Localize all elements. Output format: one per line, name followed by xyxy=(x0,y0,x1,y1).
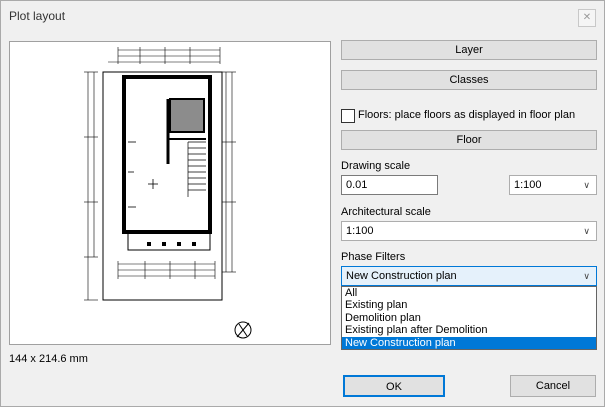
chevron-down-icon: ∨ xyxy=(583,226,590,236)
phase-filters-value: New Construction plan xyxy=(346,270,457,282)
drawing-preview xyxy=(9,41,331,345)
close-button[interactable]: ✕ xyxy=(578,9,596,27)
dimension-lines-left xyxy=(84,71,98,301)
drawing-scale-select[interactable]: 1:100 ∨ xyxy=(509,175,597,195)
paper-size-label: 144 x 214.6 mm xyxy=(9,353,88,365)
architectural-scale-label: Architectural scale xyxy=(341,206,431,218)
stair-treads xyxy=(187,141,206,197)
floors-checkbox[interactable] xyxy=(341,109,355,123)
architectural-scale-select[interactable]: 1:100 ∨ xyxy=(341,221,597,241)
dimension-lines-top xyxy=(108,47,221,64)
drawing-scale-label: Drawing scale xyxy=(341,160,411,172)
close-icon: ✕ xyxy=(582,12,592,23)
dialog-title: Plot layout xyxy=(9,9,66,23)
title-bar: Plot layout ✕ xyxy=(1,1,604,31)
dimension-lines-bottom xyxy=(117,261,216,279)
phase-filters-select[interactable]: New Construction plan ∨ xyxy=(341,266,597,286)
classes-button[interactable]: Classes xyxy=(341,70,597,90)
floor-plan-drawing xyxy=(84,47,252,339)
floor-button[interactable]: Floor xyxy=(341,130,597,150)
north-arrow-icon xyxy=(234,321,252,339)
phase-filters-dropdown-list: All Existing plan Demolition plan Existi… xyxy=(341,286,597,350)
porch-columns xyxy=(147,242,196,246)
ok-button[interactable]: OK xyxy=(343,375,445,397)
drawing-scale-select-value: 1:100 xyxy=(514,179,542,191)
chevron-down-icon: ∨ xyxy=(583,180,590,190)
interior-symbols xyxy=(128,141,158,208)
drawing-scale-input[interactable]: 0.01 xyxy=(341,175,438,195)
stair-core-shaded xyxy=(169,98,205,133)
porch-outline xyxy=(127,231,211,251)
phase-option-existing-after-demolition[interactable]: Existing plan after Demolition xyxy=(342,324,596,336)
architectural-scale-value: 1:100 xyxy=(346,225,374,237)
plot-layout-dialog: Plot layout ✕ 144 x 214.6 mm Layer Class… xyxy=(0,0,605,407)
cancel-button[interactable]: Cancel xyxy=(510,375,596,397)
floors-checkbox-label: Floors: place floors as displayed in flo… xyxy=(358,109,576,121)
dimension-lines-right xyxy=(222,71,236,273)
phase-option-demolition[interactable]: Demolition plan xyxy=(342,312,596,324)
phase-option-new-construction[interactable]: New Construction plan xyxy=(342,336,596,349)
phase-option-existing[interactable]: Existing plan xyxy=(342,299,596,311)
phase-filters-label: Phase Filters xyxy=(341,251,406,263)
layer-button[interactable]: Layer xyxy=(341,40,597,60)
phase-option-all[interactable]: All xyxy=(342,287,596,299)
chevron-down-icon: ∨ xyxy=(583,271,590,281)
